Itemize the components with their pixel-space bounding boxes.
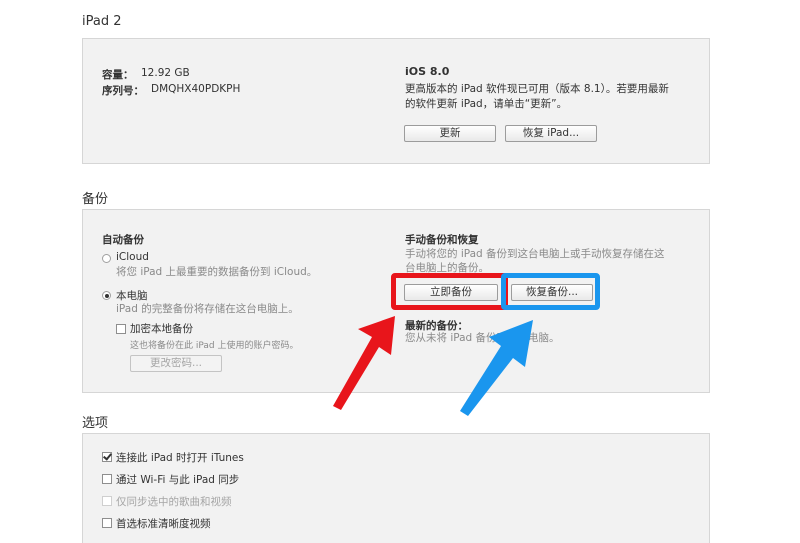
prefer-sd-video-checkbox[interactable] <box>102 518 112 528</box>
options-panel: 连接此 iPad 时打开 iTunes 通过 Wi-Fi 与此 iPad 同步 … <box>82 433 710 543</box>
blue-arrow-shape <box>460 320 533 416</box>
open-itunes-checkbox[interactable] <box>102 452 112 462</box>
open-itunes-label[interactable]: 连接此 iPad 时打开 iTunes <box>116 450 244 465</box>
options-section-title: 选项 <box>82 416 109 431</box>
wifi-sync-checkbox[interactable] <box>102 474 112 484</box>
prefer-sd-video-label[interactable]: 首选标准清晰度视频 <box>116 516 211 531</box>
sync-checked-only-checkbox[interactable] <box>102 496 112 506</box>
sync-checked-only-label[interactable]: 仅同步选中的歌曲和视频 <box>116 494 232 509</box>
wifi-sync-label[interactable]: 通过 Wi-Fi 与此 iPad 同步 <box>116 472 239 487</box>
